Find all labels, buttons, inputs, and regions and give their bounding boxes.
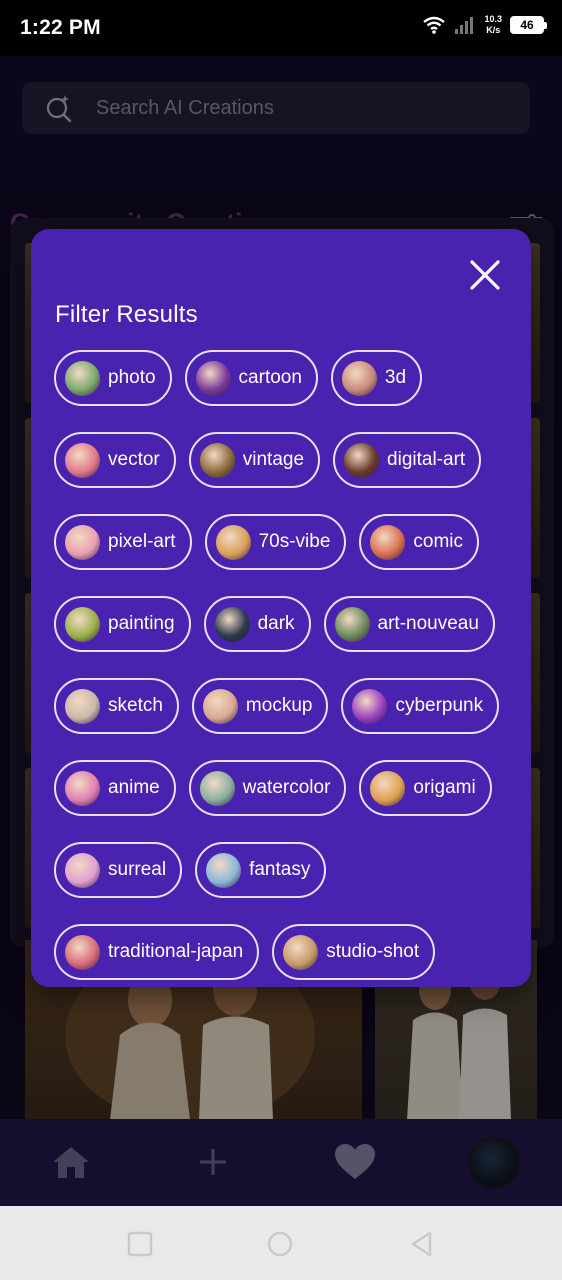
chip-label: cyberpunk <box>395 695 484 716</box>
wifi-icon <box>423 16 446 34</box>
chip-thumbnail <box>65 524 100 560</box>
chip-label: sketch <box>108 695 163 716</box>
filter-chip-studio-shot[interactable]: studio-shot <box>272 924 436 980</box>
chip-thumbnail <box>341 360 377 396</box>
filter-chip-vector[interactable]: vector <box>54 432 176 488</box>
filter-chip-3d[interactable]: 3d <box>330 350 423 406</box>
filter-chip-dark[interactable]: dark <box>203 596 311 652</box>
chip-thumbnail <box>215 524 251 560</box>
filter-chip-vintage[interactable]: vintage <box>188 432 321 488</box>
chip-label: vintage <box>242 449 305 470</box>
chip-thumbnail <box>65 934 100 970</box>
chip-label: surreal <box>108 859 167 880</box>
filter-chip-watercolor[interactable]: watercolor <box>188 760 347 816</box>
chip-label: 70s-vibe <box>258 531 331 552</box>
chip-label: fantasy <box>249 859 311 880</box>
filter-chip-surreal[interactable]: surreal <box>54 842 183 898</box>
chip-thumbnail <box>370 524 406 560</box>
chip-label: painting <box>108 613 175 634</box>
chip-label: dark <box>257 613 295 634</box>
chip-thumbnail <box>352 688 388 724</box>
chip-label: photo <box>108 367 156 388</box>
chip-label: vector <box>108 449 160 470</box>
signal-icon <box>455 17 474 34</box>
filter-chip-fantasy[interactable]: fantasy <box>195 842 327 898</box>
chip-thumbnail <box>344 442 380 478</box>
chip-label: mockup <box>245 695 313 716</box>
back-icon[interactable] <box>408 1230 436 1258</box>
status-icons: 10.3 K/s 46 <box>422 14 547 36</box>
chip-thumbnail <box>65 852 100 888</box>
modal-title: Filter Results <box>55 301 198 328</box>
close-icon[interactable] <box>467 257 503 293</box>
chip-thumbnail <box>283 934 319 970</box>
chip-label: art-nouveau <box>377 613 479 634</box>
chip-thumbnail <box>65 360 100 396</box>
chip-label: watercolor <box>242 777 331 798</box>
filter-chip-cyberpunk[interactable]: cyberpunk <box>341 678 500 734</box>
chip-label: digital-art <box>387 449 466 470</box>
chip-label: traditional-japan <box>108 941 244 962</box>
filter-chip-anime[interactable]: anime <box>54 760 176 816</box>
chip-thumbnail <box>65 442 100 478</box>
speed-unit: K/s <box>486 25 501 35</box>
system-navigation-bar <box>0 1206 562 1280</box>
chip-thumbnail <box>202 688 238 724</box>
status-time: 1:22 PM <box>20 16 101 39</box>
filter-chip-mockup[interactable]: mockup <box>191 678 329 734</box>
chip-label: 3d <box>384 367 407 388</box>
filter-chip-digital-art[interactable]: digital-art <box>333 432 482 488</box>
filter-chip-comic[interactable]: comic <box>359 514 480 570</box>
chip-label: cartoon <box>238 367 302 388</box>
filter-chip-painting[interactable]: painting <box>54 596 191 652</box>
home-circle-icon[interactable] <box>266 1230 294 1258</box>
chip-thumbnail <box>214 606 250 642</box>
chip-label: pixel-art <box>108 531 176 552</box>
chip-thumbnail <box>199 442 235 478</box>
chip-thumbnail <box>370 770 406 806</box>
chip-thumbnail <box>65 688 100 724</box>
filter-chip-art-nouveau[interactable]: art-nouveau <box>323 596 495 652</box>
speed-value: 10.3 <box>484 14 502 24</box>
filter-chip-list: photo cartoon 3d vector vintage digital-art pi… <box>54 350 524 993</box>
chip-thumbnail <box>65 606 100 642</box>
app-screen: 1:22 PM 10.3 K/s 46 Search AI Creations … <box>0 0 562 1280</box>
filter-chip-photo[interactable]: photo <box>54 350 172 406</box>
chip-thumbnail <box>199 770 235 806</box>
chip-label: anime <box>108 777 160 798</box>
chip-thumbnail <box>195 360 231 396</box>
recent-apps-icon[interactable] <box>126 1230 154 1258</box>
chip-thumbnail <box>65 770 100 806</box>
status-bar: 1:22 PM 10.3 K/s 46 <box>0 0 562 56</box>
filter-chip-origami[interactable]: origami <box>359 760 492 816</box>
chip-thumbnail <box>206 852 242 888</box>
chip-label: comic <box>413 531 464 552</box>
filter-chip-pixel-art[interactable]: pixel-art <box>54 514 192 570</box>
filter-chip-cartoon[interactable]: cartoon <box>184 350 318 406</box>
filter-chip-sketch[interactable]: sketch <box>54 678 179 734</box>
battery-indicator: 46 <box>510 16 547 34</box>
chip-label: studio-shot <box>326 941 420 962</box>
chip-thumbnail <box>334 606 370 642</box>
filter-chip-70s-vibe[interactable]: 70s-vibe <box>204 514 347 570</box>
chip-label: origami <box>413 777 476 798</box>
filter-chip-traditional-japan[interactable]: traditional-japan <box>54 924 260 980</box>
filter-modal: Filter Results photo cartoon 3d vector vinta… <box>31 229 531 987</box>
network-speed: 10.3 K/s <box>484 14 502 36</box>
